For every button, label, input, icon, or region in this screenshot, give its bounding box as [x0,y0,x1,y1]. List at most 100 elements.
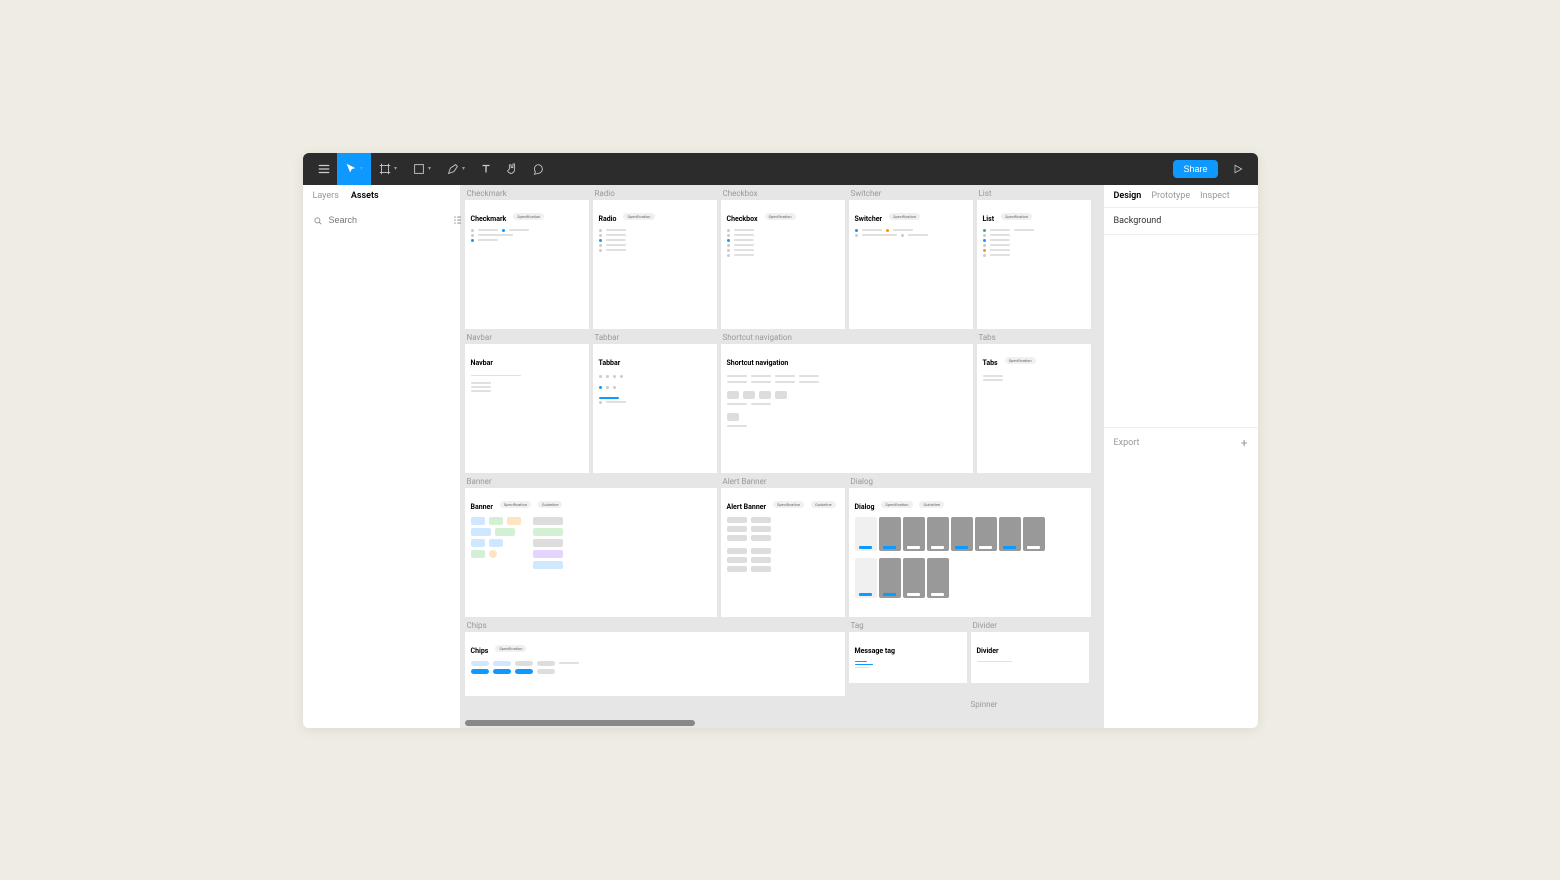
spec-badge: Specification [765,213,796,220]
spec-badge: Specification [773,501,804,508]
search-input[interactable] [329,215,446,225]
comment-icon [531,162,545,176]
frame-label: Tabs [977,333,1091,344]
frame-shortcut-navigation[interactable]: Shortcut navigation Shortcut navigation [721,333,973,473]
share-button[interactable]: Share [1173,160,1217,178]
spec-badge: Specification [623,213,654,220]
right-panel-tabs: Design Prototype Inspect [1104,185,1258,208]
frame-radio[interactable]: Radio Radio Specification [593,189,717,329]
spec-badge: Specification [500,501,531,508]
background-label: Background [1114,216,1162,226]
frame-title: Checkbox [727,215,758,223]
frame-switcher[interactable]: Switcher Switcher Specification [849,189,973,329]
frame-label: Dialog [849,477,1091,488]
tab-layers[interactable]: Layers [313,191,339,201]
frame-label: Divider [971,621,1089,632]
text-icon [479,162,493,176]
chevron-down-icon: ▾ [462,165,465,172]
tab-assets[interactable]: Assets [351,191,379,201]
left-panel-tabs: Layers Assets [303,185,460,207]
frame-title: Navbar [471,359,493,367]
add-export-button[interactable]: + [1241,436,1248,450]
export-label: Export [1114,438,1140,448]
frame-label: Banner [465,477,717,488]
shape-tool-button[interactable]: ▾ [405,153,439,185]
frame-title: List [983,215,995,223]
frame-title: Chips [471,647,489,655]
frame-dialog[interactable]: Dialog Dialog Specification Guideline [849,477,1091,617]
text-tool-button[interactable] [473,153,499,185]
frame-checkmark[interactable]: Checkmark Checkmark Specification [465,189,589,329]
frame-label: Checkmark [465,189,589,200]
frame-title: Dialog [855,503,875,511]
frame-label: Radio [593,189,717,200]
rectangle-icon [412,162,426,176]
tab-design[interactable]: Design [1114,191,1142,201]
spec-badge: Specification [889,213,920,220]
frame-label: List [977,189,1091,200]
frame-checkbox[interactable]: Checkbox Checkbox Specification [721,189,845,329]
guideline-badge: Guideline [919,501,944,508]
pen-tool-button[interactable]: ▾ [439,153,473,185]
frame-spinner[interactable]: Spinner [969,700,1087,714]
frame-title: Banner [471,503,493,511]
frame-title: Shortcut navigation [727,359,789,367]
frame-list[interactable]: List List Specification [977,189,1091,329]
hand-icon [505,162,519,176]
right-panel: Design Prototype Inspect Background Expo… [1103,185,1258,728]
tab-inspect[interactable]: Inspect [1200,191,1230,201]
chevron-down-icon: ▾ [428,165,431,172]
frame-alert-banner[interactable]: Alert Banner Alert Banner Specification … [721,477,845,617]
spec-badge: Specification [881,501,912,508]
frame-label: Tag [849,621,967,632]
frame-title: Switcher [855,215,883,223]
present-button[interactable] [1226,157,1250,181]
hand-tool-button[interactable] [499,153,525,185]
main-area: Layers Assets Checkmark [303,185,1258,728]
frame-label: Switcher [849,189,973,200]
frame-label: Spinner [969,700,1087,711]
chevron-down-icon: ▾ [360,165,363,172]
frame-divider[interactable]: Divider Divider [971,621,1089,683]
spec-badge: Specification [513,213,544,220]
frame-label: Navbar [465,333,589,344]
search-icon [313,211,323,230]
tab-prototype[interactable]: Prototype [1151,191,1190,201]
frame-label: Tabbar [593,333,717,344]
cursor-icon [344,162,358,176]
spec-badge: Specification [1001,213,1032,220]
pen-icon [446,162,460,176]
frame-title: Alert Banner [727,503,767,511]
frame-tag[interactable]: Tag Message tag [849,621,967,683]
left-panel: Layers Assets [303,185,461,728]
guideline-badge: Guideline [538,501,563,508]
chevron-down-icon: ▾ [394,165,397,172]
spec-badge: Specification [1005,357,1036,364]
horizontal-scrollbar[interactable] [465,720,695,726]
frame-chips[interactable]: Chips Chips Specification [465,621,845,696]
frame-tabbar[interactable]: Tabbar Tabbar [593,333,717,473]
spec-badge: Specification [495,645,526,652]
frame-icon [378,162,392,176]
app-window: ▾ ▾ ▾ ▾ Share [303,153,1258,728]
frame-label: Chips [465,621,845,632]
frame-tool-button[interactable]: ▾ [371,153,405,185]
background-section: Background [1104,208,1258,235]
toolbar: ▾ ▾ ▾ ▾ Share [303,153,1258,185]
hamburger-icon [317,162,331,176]
comment-tool-button[interactable] [525,153,551,185]
frame-title: Tabbar [599,359,621,367]
canvas[interactable]: Checkmark Checkmark Specification Radio [461,185,1103,728]
frame-title: Radio [599,215,617,223]
frame-tabs[interactable]: Tabs Tabs Specification [977,333,1091,473]
frame-title: Checkmark [471,215,507,223]
frame-title: Message tag [855,647,895,655]
search-row [303,207,460,234]
frame-navbar[interactable]: Navbar Navbar [465,333,589,473]
guideline-badge: Guideline [811,501,836,508]
main-menu-button[interactable] [311,153,337,185]
frame-banner[interactable]: Banner Banner Specification Guideline [465,477,717,617]
move-tool-button[interactable]: ▾ [337,153,371,185]
frame-title: Divider [977,647,999,655]
export-section: Export + [1104,427,1258,458]
